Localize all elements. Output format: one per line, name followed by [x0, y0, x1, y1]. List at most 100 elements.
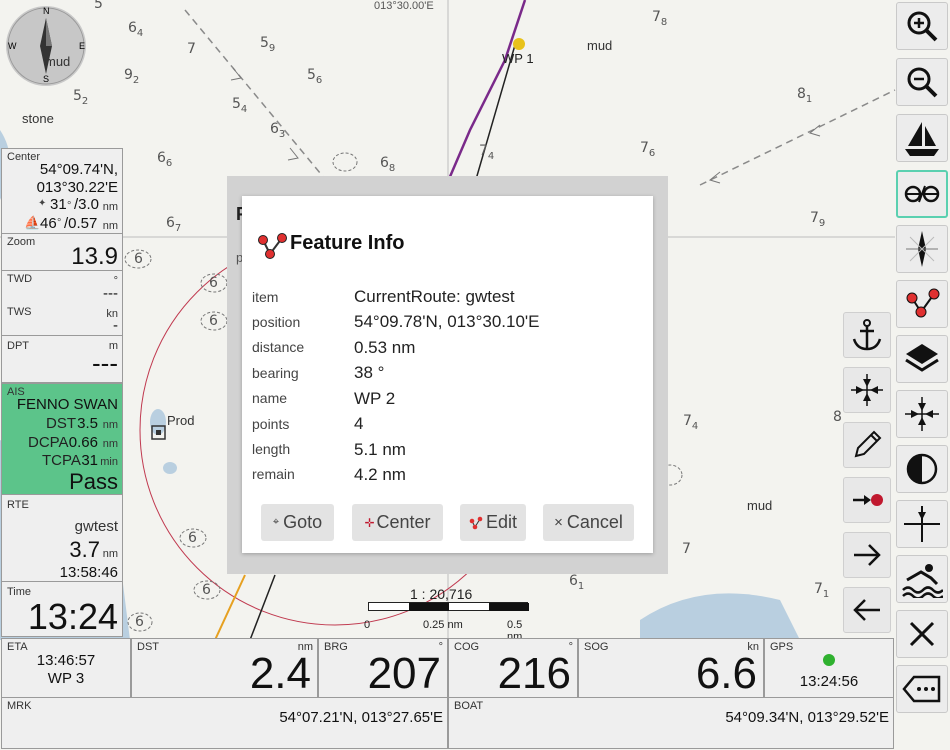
- info-key: remain: [252, 466, 295, 482]
- route-name: gwtest: [74, 518, 118, 535]
- course-link-icon: [904, 185, 940, 203]
- north-up-button[interactable]: [896, 225, 948, 273]
- center-button[interactable]: ✛ Center: [352, 504, 443, 541]
- sog-widget[interactable]: SOG kn 6.6: [578, 638, 764, 698]
- route-icon: [906, 288, 940, 318]
- widget-label: Zoom: [7, 236, 36, 248]
- feature-info-dialog: Feature Info item CurrentRoute: gwtest p…: [242, 196, 653, 553]
- dst-widget[interactable]: DST nm 2.4: [131, 638, 318, 698]
- zoom-in-button[interactable]: [896, 2, 948, 50]
- depth-sounding: 6: [188, 530, 197, 546]
- tag-back-icon: [902, 675, 941, 703]
- goto-waypoint-button[interactable]: [843, 477, 891, 523]
- depth-sounding: 7: [682, 541, 691, 557]
- time-widget[interactable]: Time 13:24: [1, 581, 123, 637]
- anchor-button[interactable]: [843, 312, 891, 358]
- depth-sounding: 66: [157, 150, 173, 169]
- eta-time: 13:46:57: [36, 652, 96, 669]
- depth-sounding: 6: [135, 614, 144, 630]
- widget-label: COG: [454, 641, 480, 653]
- center-distance: /3.0: [74, 196, 100, 213]
- pencil-icon: [854, 430, 882, 458]
- unit: °: [57, 217, 62, 229]
- zoom-widget[interactable]: Zoom 13.9: [1, 233, 123, 271]
- cancel-route-button[interactable]: [896, 610, 948, 658]
- edit-button[interactable]: [843, 422, 891, 468]
- waypoint-label: WP 1: [502, 51, 534, 66]
- center-latitude: 54°09.74'N,: [39, 161, 118, 178]
- widget-label: MRK: [7, 700, 32, 712]
- layers-icon: [905, 344, 939, 372]
- zoom-out-icon: [907, 67, 938, 98]
- sog-value: 6.6: [695, 649, 757, 698]
- ais-widget[interactable]: AIS FENNO SWAN DST 3.5 nm DCPA 0.66 nm T…: [1, 383, 123, 495]
- map-label-mud: mud: [747, 498, 773, 513]
- goto-button[interactable]: ⌖ Goto: [261, 504, 334, 541]
- depth-sounding: 6: [202, 582, 211, 598]
- boat-position-widget[interactable]: BOAT 54°09.34'N, 013°29.52'E: [448, 697, 894, 749]
- scale-ratio: 1 : 20,716: [410, 586, 473, 602]
- map-label-stone: stone: [22, 111, 54, 126]
- info-key: item: [252, 289, 279, 305]
- depth-sounding: 61: [569, 573, 585, 592]
- center-map-button[interactable]: [843, 367, 891, 413]
- depth-sounding: 74: [479, 143, 495, 162]
- center-widget[interactable]: Center 54°09.74'N, 013°30.22'E ✦ 31 ° /3…: [1, 148, 123, 234]
- widget-label: BRG: [324, 641, 348, 653]
- info-key: bearing: [252, 365, 299, 381]
- route-eta: 13:58:46: [59, 564, 118, 581]
- boat-lock-button[interactable]: [896, 114, 948, 162]
- depth-sounding: 8: [833, 409, 842, 425]
- compass-e: E: [79, 41, 86, 51]
- depth-sounding: 71: [814, 581, 830, 600]
- crosshair-icon: ✛: [364, 515, 375, 530]
- route-widget[interactable]: RTE gwtest 3.7 nm 13:58:46: [1, 494, 123, 582]
- route-editor-button[interactable]: [896, 280, 948, 328]
- ais-tcpa-value: 31: [81, 452, 98, 469]
- measure-button[interactable]: [896, 500, 948, 548]
- ais-target-name: FENNO SWAN: [16, 396, 118, 413]
- info-value: 38 °: [354, 363, 385, 382]
- layers-button[interactable]: [896, 335, 948, 383]
- crosshair-icon: ✦: [38, 198, 47, 209]
- zoom-out-button[interactable]: [896, 58, 948, 106]
- clock-value: 13:24: [27, 596, 118, 637]
- wind-widget[interactable]: TWD ° --- TWS kn -: [1, 270, 123, 336]
- info-value: WP 2: [354, 389, 396, 408]
- eta-waypoint: WP 3: [47, 670, 85, 687]
- widget-label: DST: [137, 641, 159, 653]
- unit: nm: [102, 419, 118, 431]
- close-icon: ×: [554, 514, 563, 531]
- back-button[interactable]: [896, 665, 948, 713]
- depth-widget[interactable]: DPT m ---: [1, 335, 123, 383]
- depth-sounding: 6: [134, 251, 143, 267]
- course-up-button[interactable]: [896, 170, 948, 218]
- widget-label: DPT: [7, 340, 29, 352]
- night-mode-button[interactable]: [896, 445, 948, 493]
- cog-widget[interactable]: COG ° 216: [448, 638, 578, 698]
- center-boat-button[interactable]: [896, 390, 948, 438]
- unit: nm: [102, 220, 118, 232]
- info-value: 54°09.78'N, 013°30.10'E: [354, 312, 540, 331]
- arrow-left-icon: [853, 599, 880, 621]
- measure-icon: [904, 506, 940, 542]
- previous-waypoint-button[interactable]: [843, 587, 891, 633]
- cancel-button[interactable]: × Cancel: [543, 504, 634, 541]
- info-value: CurrentRoute: gwtest: [354, 287, 515, 306]
- ais-dcpa-label: DCPA: [28, 434, 69, 451]
- brg-widget[interactable]: BRG ° 207: [318, 638, 448, 698]
- mark-widget[interactable]: MRK 54°07.21'N, 013°27.65'E: [1, 697, 448, 749]
- edit-route-button[interactable]: Edit: [460, 504, 526, 541]
- scale-tick: 0.25 nm: [423, 619, 463, 631]
- info-key: position: [252, 314, 301, 330]
- depth-sounding: 6: [209, 313, 218, 329]
- gps-widget[interactable]: GPS 13:24:56: [764, 638, 894, 698]
- depth-sounding: 56: [307, 67, 323, 86]
- next-waypoint-button[interactable]: [843, 532, 891, 578]
- map-label-prod: Prod: [167, 413, 195, 428]
- unit: min: [100, 456, 118, 468]
- eta-widget[interactable]: ETA 13:46:57 WP 3: [1, 638, 131, 698]
- man-overboard-button[interactable]: [896, 555, 948, 603]
- unit: °: [67, 200, 72, 212]
- route-icon: [469, 516, 483, 529]
